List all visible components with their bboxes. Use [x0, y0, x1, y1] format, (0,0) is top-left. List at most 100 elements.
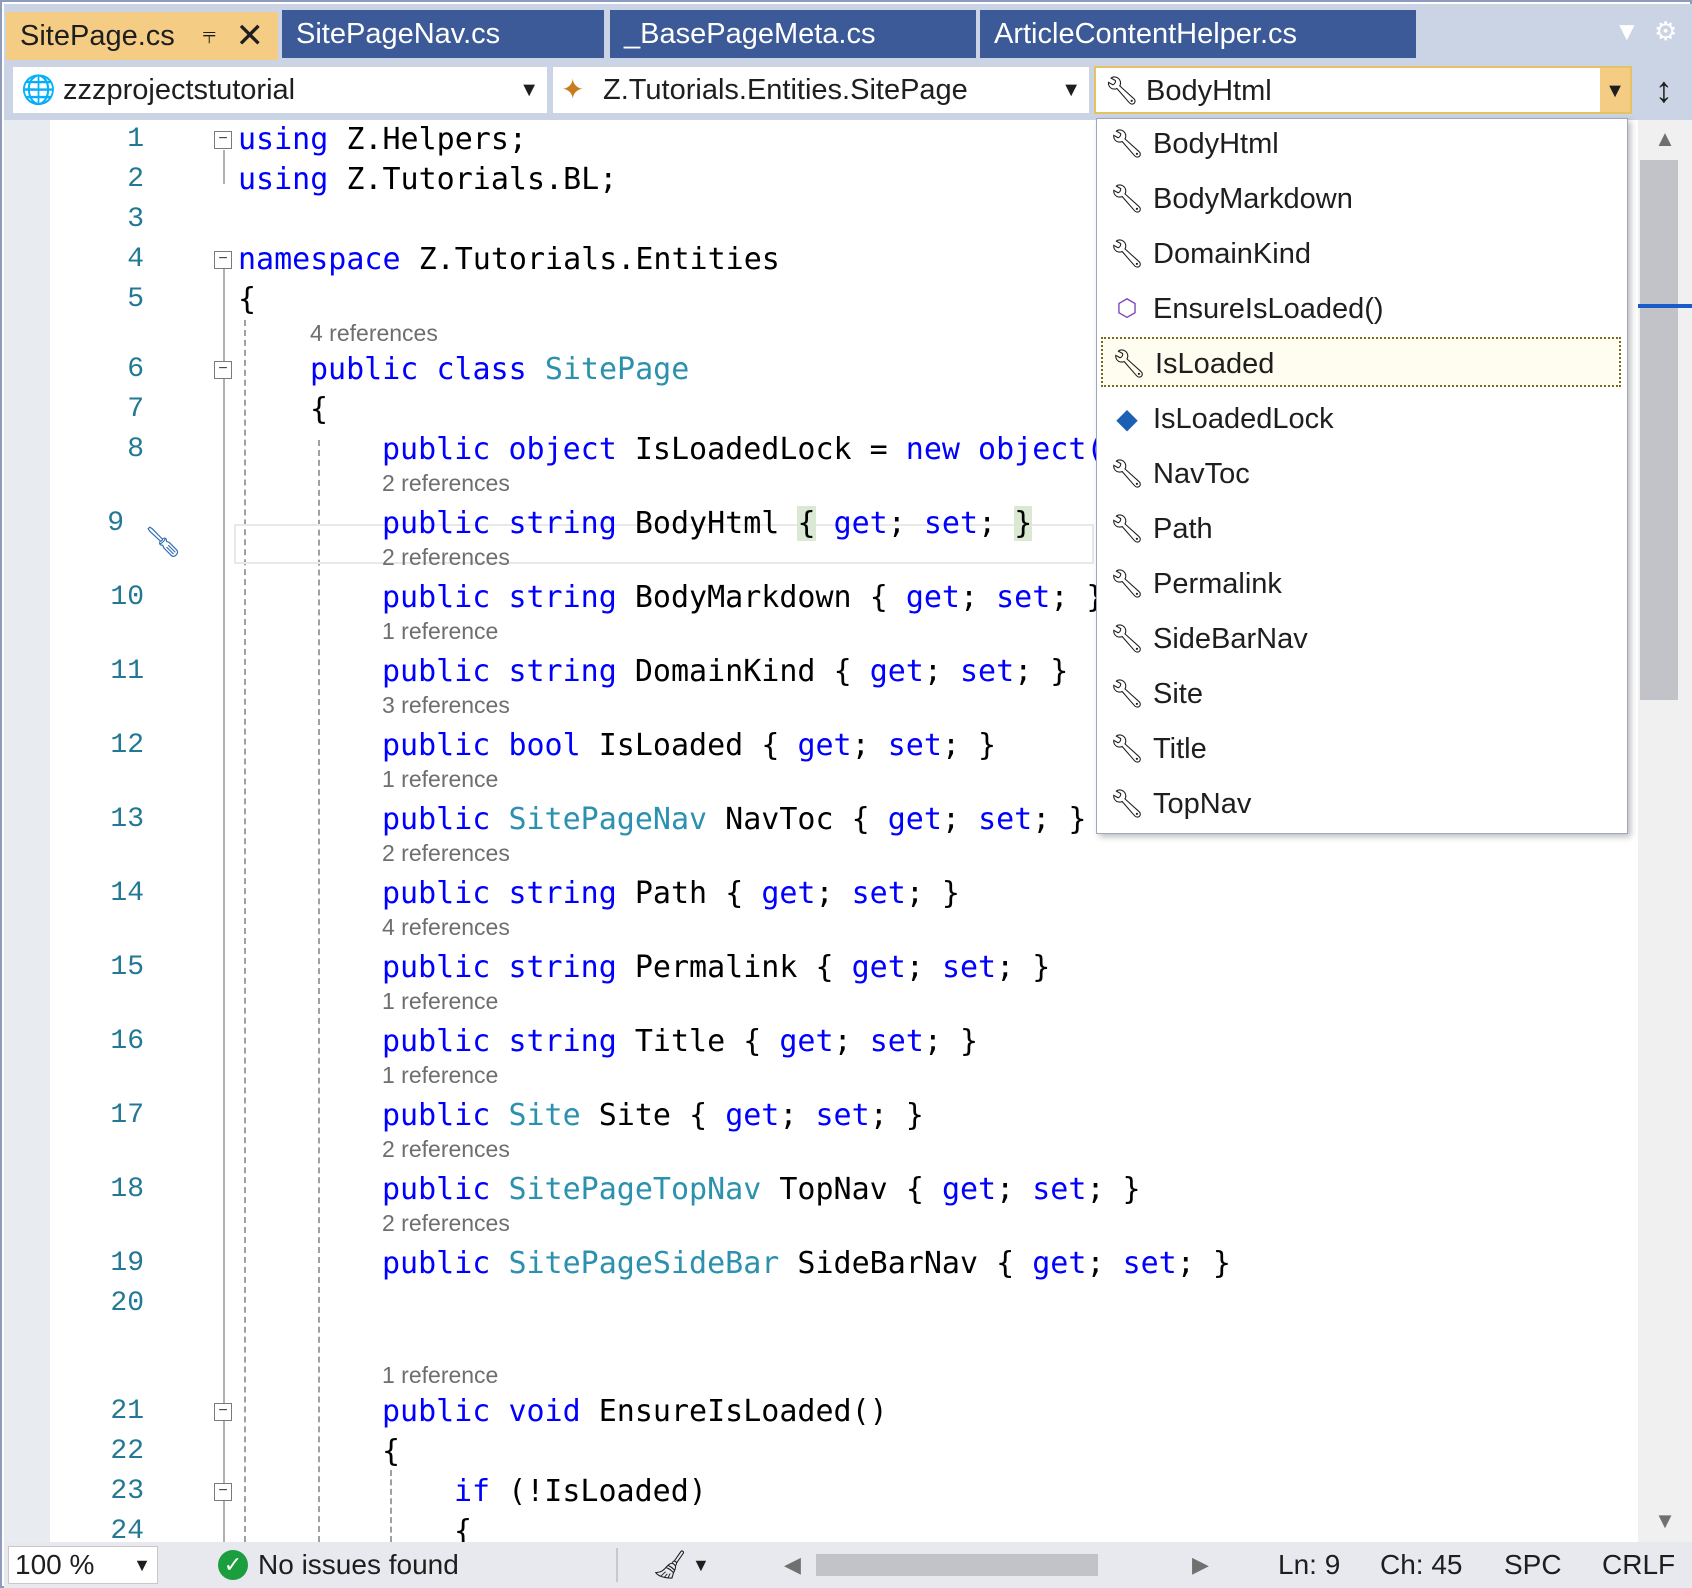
close-icon[interactable]: ✕ — [236, 12, 265, 60]
code-text: public string BodyMarkdown { get; set; } — [382, 580, 1105, 615]
dropdown-item-isloadedlock[interactable]: ◆ IsLoadedLock — [1101, 394, 1621, 444]
member-dropdown[interactable]: 🔧︎ BodyHtml ▼ — [1094, 66, 1632, 114]
horizontal-scrollbar-thumb[interactable] — [816, 1554, 1098, 1576]
wrench-icon: 🔧︎ — [1109, 568, 1145, 599]
line-number: 14 — [110, 878, 144, 909]
tab-sitepagenav[interactable]: SitePageNav.cs — [282, 10, 604, 58]
line-number: 13 — [110, 804, 144, 835]
codelens-references[interactable]: 2 references — [382, 1134, 510, 1164]
chevron-down-icon: ▼ — [133, 1555, 151, 1575]
split-window-icon[interactable]: ↕ — [1640, 66, 1688, 114]
line-number: 21 — [110, 1396, 144, 1427]
dropdown-item-path[interactable]: 🔧︎ Path — [1101, 504, 1621, 554]
code-text: public object IsLoadedLock = new object( — [382, 432, 1105, 467]
type-dropdown[interactable]: ✦ Z.Tutorials.Entities.SitePage ▼ — [552, 66, 1090, 114]
codelens-references[interactable]: 4 references — [382, 912, 510, 942]
line-number: 4 — [127, 244, 144, 275]
dropdown-item-label: IsLoaded — [1155, 348, 1275, 380]
collapse-icon[interactable]: − — [214, 1403, 232, 1421]
field-icon: ◆ — [1116, 403, 1138, 434]
line-number: 1 — [127, 124, 144, 155]
column-indicator[interactable]: Ch: 45 — [1380, 1542, 1463, 1588]
dropdown-item-ensureisloaded[interactable]: ⬡ EnsureIsLoaded() — [1101, 284, 1621, 334]
dropdown-item-label: NavToc — [1153, 458, 1250, 490]
codelens-references[interactable]: 2 references — [382, 838, 510, 868]
gear-icon[interactable]: ⚙ — [1654, 16, 1677, 47]
dropdown-item-label: TopNav — [1153, 788, 1252, 820]
codelens-references[interactable]: 2 references — [382, 542, 510, 572]
code-line: 23 − if (!IsLoaded) — [4, 1472, 1638, 1512]
codelens-references[interactable]: 1 reference — [382, 1360, 498, 1390]
dropdown-item-site[interactable]: 🔧︎ Site — [1101, 669, 1621, 719]
code-cleanup-brush-icon[interactable]: 🧹︎ — [652, 1542, 688, 1588]
dropdown-item-topnav[interactable]: 🔧︎ TopNav — [1101, 779, 1621, 829]
dropdown-item-label: Title — [1153, 733, 1207, 765]
code-line: 24 { — [4, 1512, 1638, 1542]
line-indicator[interactable]: Ln: 9 — [1278, 1542, 1340, 1588]
tab-label: SitePageNav.cs — [296, 18, 501, 50]
scrollbar-thumb[interactable] — [1640, 160, 1678, 700]
line-number: 16 — [110, 1026, 144, 1057]
tab-overflow-icon[interactable]: ▼ — [1614, 16, 1640, 47]
code-text: public string Path { get; set; } — [382, 876, 960, 911]
dropdown-item-isloaded[interactable]: 🔧︎ IsLoaded — [1101, 337, 1621, 387]
type-label: Z.Tutorials.Entities.SitePage — [603, 74, 968, 106]
dropdown-item-bodyhtml[interactable]: 🔧︎ BodyHtml — [1101, 119, 1621, 169]
dropdown-item-label: BodyHtml — [1153, 128, 1279, 160]
collapse-icon[interactable]: − — [214, 1483, 232, 1501]
codelens-references[interactable]: 1 reference — [382, 616, 498, 646]
scroll-up-icon[interactable]: ▲ — [1638, 126, 1692, 152]
code-text: public string DomainKind { get; set; } — [382, 654, 1069, 689]
dropdown-item-sidebarnav[interactable]: 🔧︎ SideBarNav — [1101, 614, 1621, 664]
wrench-icon: 🔧︎ — [1109, 623, 1145, 654]
scroll-down-icon[interactable]: ▼ — [1638, 1508, 1692, 1534]
collapse-icon[interactable]: − — [214, 361, 232, 379]
codelens-references[interactable]: 1 reference — [382, 986, 498, 1016]
line-ending-indicator[interactable]: CRLF — [1602, 1542, 1675, 1588]
editor-window: SitePage.cs ⫧ ✕ SitePageNav.cs _BasePage… — [0, 0, 1692, 1588]
check-circle-icon[interactable]: ✓ — [218, 1550, 248, 1580]
code-text: public SitePageTopNav TopNav { get; set;… — [382, 1172, 1141, 1207]
codelens-references[interactable]: 1 reference — [382, 764, 498, 794]
codelens-references[interactable]: 1 reference — [382, 1060, 498, 1090]
vertical-scrollbar[interactable]: ▲ ▼ — [1638, 120, 1692, 1542]
scroll-right-icon[interactable]: ▶ — [1192, 1542, 1209, 1588]
pin-icon[interactable]: ⫧ — [202, 12, 216, 60]
dropdown-item-bodymarkdown[interactable]: 🔧︎ BodyMarkdown — [1101, 174, 1621, 224]
code-line: 15 public string Permalink { get; set; } — [4, 948, 1638, 988]
tab-basepagemeta[interactable]: _BasePageMeta.cs — [610, 10, 976, 58]
wrench-icon: 🔧︎ — [1109, 733, 1145, 764]
collapse-icon[interactable]: − — [214, 251, 232, 269]
zoom-dropdown[interactable]: 100 % ▼ — [8, 1546, 158, 1584]
codelens-references[interactable]: 4 references — [310, 318, 438, 348]
line-number: 22 — [110, 1436, 144, 1467]
whitespace-indicator[interactable]: SPC — [1504, 1542, 1562, 1588]
tab-articlecontenthelper[interactable]: ArticleContentHelper.cs — [980, 10, 1416, 58]
collapse-icon[interactable]: − — [214, 131, 232, 149]
codelens-references[interactable]: 3 references — [382, 690, 510, 720]
tab-sitepage[interactable]: SitePage.cs ⫧ ✕ — [6, 12, 278, 62]
line-number: 12 — [110, 730, 144, 761]
scroll-left-icon[interactable]: ◀ — [784, 1542, 801, 1588]
chevron-down-icon[interactable]: ▼ — [692, 1542, 710, 1588]
codelens-references[interactable]: 2 references — [382, 468, 510, 498]
dropdown-item-label: IsLoadedLock — [1153, 403, 1334, 435]
dropdown-item-label: SideBarNav — [1153, 623, 1308, 655]
dropdown-item-domainkind[interactable]: 🔧︎ DomainKind — [1101, 229, 1621, 279]
project-dropdown[interactable]: 🌐 zzzprojectstutorial ▼ — [12, 66, 548, 114]
dropdown-item-label: Permalink — [1153, 568, 1282, 600]
dropdown-item-title[interactable]: 🔧︎ Title — [1101, 724, 1621, 774]
codelens-references[interactable]: 2 references — [382, 1208, 510, 1238]
dropdown-item-permalink[interactable]: 🔧︎ Permalink — [1101, 559, 1621, 609]
code-text: using Z.Tutorials.BL; — [238, 162, 618, 197]
dropdown-item-navtoc[interactable]: 🔧︎ NavToc — [1101, 449, 1621, 499]
line-number: 23 — [110, 1476, 144, 1507]
issues-status[interactable]: No issues found — [258, 1542, 459, 1588]
line-number: 2 — [127, 164, 144, 195]
code-line: 20 — [4, 1284, 1638, 1324]
dropdown-item-label: Path — [1153, 513, 1213, 545]
code-text: { — [454, 1514, 473, 1542]
code-line: 22 { — [4, 1432, 1638, 1472]
code-text: public bool IsLoaded { get; set; } — [382, 728, 997, 763]
line-number: 24 — [110, 1516, 144, 1542]
